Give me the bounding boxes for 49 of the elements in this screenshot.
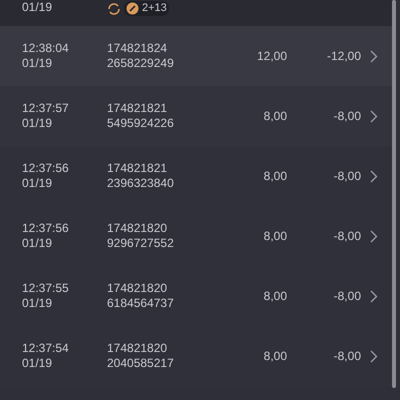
result-text: -8,00 xyxy=(332,228,361,244)
time-text: 12:37:56 xyxy=(22,221,70,236)
chevron-right-icon xyxy=(370,290,378,302)
date-text: 01/19 xyxy=(22,356,54,371)
table-row[interactable]: 12:37:57 01/19 174821821 5495924226 8,00 -8,00 xyxy=(0,86,392,146)
chevron-right-icon xyxy=(370,170,378,182)
amount-text: 8,00 xyxy=(262,288,287,304)
amount-text: 12,00 xyxy=(256,48,287,64)
table-row[interactable]: 12:38:04 01/19 174821824 2658229249 12,00 -12,00 xyxy=(0,26,392,86)
date-text: 01/19 xyxy=(22,236,54,251)
result-text: -8,00 xyxy=(332,348,361,364)
id-text: 2040585217 xyxy=(107,356,175,371)
time-text: 12:38:04 xyxy=(22,41,70,56)
id-text: 174821820 xyxy=(107,221,168,236)
time-text: 12:37:56 xyxy=(22,161,70,176)
scrollbar[interactable] xyxy=(392,0,396,388)
time-text: 12:37:55 xyxy=(22,281,70,296)
date-text: 01/19 xyxy=(22,296,54,311)
chevron-right-icon xyxy=(370,50,378,62)
result-text: -12,00 xyxy=(326,48,361,64)
amount-text: 8,00 xyxy=(262,348,287,364)
id-text: 174821824 xyxy=(107,41,168,56)
id-text: 2658229249 xyxy=(107,56,175,71)
amount-text: 8,00 xyxy=(262,228,287,244)
amount-text: 8,00 xyxy=(262,168,287,184)
date-text: 01/19 xyxy=(22,0,54,15)
id-text: 9296727552 xyxy=(107,236,175,251)
id-text: 174821821 xyxy=(107,101,168,116)
id-text: 174821821 xyxy=(107,161,168,176)
id-text: 174821820 xyxy=(107,281,168,296)
badge: 2+13 xyxy=(124,1,169,16)
date-text: 01/19 xyxy=(22,56,54,71)
refresh-icon xyxy=(107,2,121,16)
time-text: 12:37:57 xyxy=(22,101,70,116)
date-text: 01/19 xyxy=(22,176,54,191)
id-text: 6184564737 xyxy=(107,296,175,311)
id-text: 5495924226 xyxy=(107,116,175,131)
result-text: -8,00 xyxy=(332,108,361,124)
date-text: 01/19 xyxy=(22,116,54,131)
time-text: 12:37:54 xyxy=(22,341,70,356)
amount-text: 8,00 xyxy=(262,108,287,124)
chevron-right-icon xyxy=(370,350,378,362)
chevron-right-icon xyxy=(370,110,378,122)
table-row[interactable]: 01/19 2+13 xyxy=(0,0,392,26)
result-text: -8,00 xyxy=(332,168,361,184)
id-text: 174821820 xyxy=(107,341,168,356)
id-text: 2396323840 xyxy=(107,176,175,191)
chevron-right-icon xyxy=(370,230,378,242)
result-text: -8,00 xyxy=(332,288,361,304)
